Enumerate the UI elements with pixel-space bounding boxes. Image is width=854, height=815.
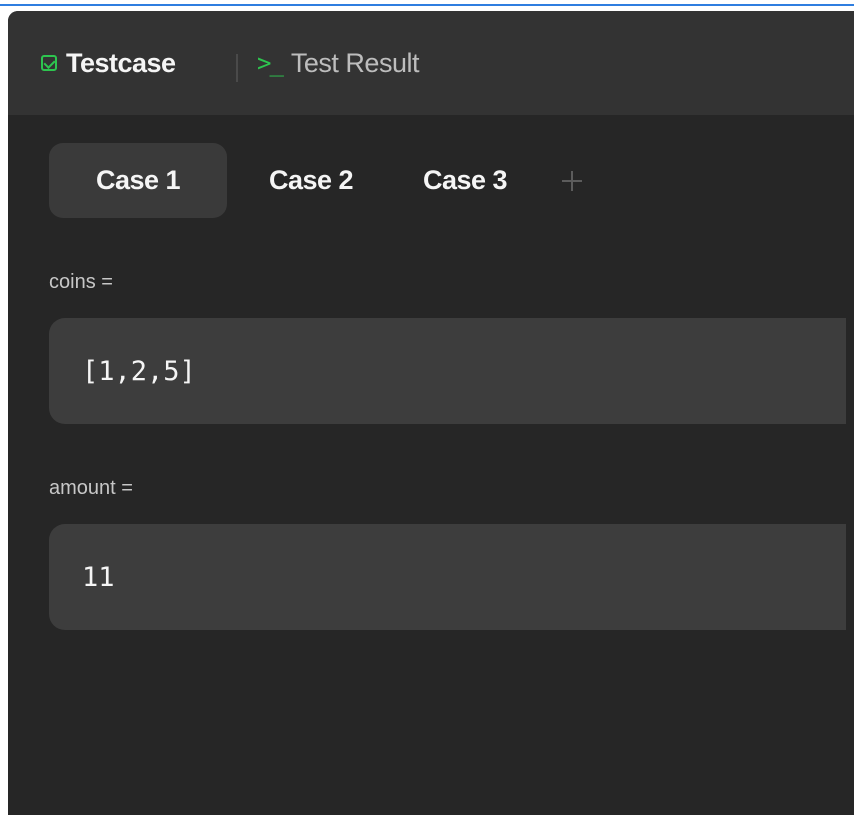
tab-test-result-label: Test Result [290, 47, 420, 78]
case-tab-3[interactable]: Case 3 [395, 143, 535, 218]
page: Testcase >_ Test Result Case 1 Case 2 Ca… [0, 0, 854, 815]
header-divider [236, 54, 238, 82]
terminal-icon: >_ [257, 49, 284, 77]
add-case-plus-icon[interactable] [562, 170, 582, 191]
coins-label: coins = [49, 271, 113, 293]
tab-testcase-label: Testcase [66, 47, 176, 78]
tab-test-result[interactable]: >_ Test Result [257, 11, 419, 115]
checkbox-icon [41, 55, 57, 71]
case-tabs: Case 1 Case 2 Case 3 [49, 143, 582, 218]
case-tab-2[interactable]: Case 2 [227, 143, 395, 218]
amount-input[interactable]: 11 [49, 524, 846, 630]
coins-input[interactable]: [1,2,5] [49, 318, 846, 424]
amount-label: amount = [49, 477, 133, 499]
window-top-accent-line [0, 0, 854, 6]
tab-testcase[interactable]: Testcase [41, 11, 176, 115]
panel-header: Testcase >_ Test Result [8, 11, 854, 115]
case-tab-1[interactable]: Case 1 [49, 143, 227, 218]
